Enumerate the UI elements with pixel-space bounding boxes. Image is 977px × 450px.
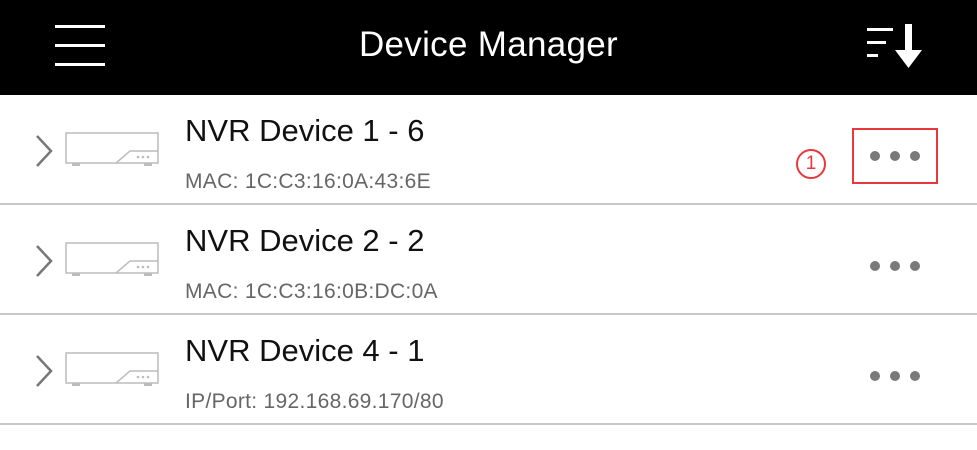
more-dots-icon: [890, 261, 900, 271]
more-dots-icon: [870, 261, 880, 271]
more-dots-icon: [890, 371, 900, 381]
step-number-badge: 1: [796, 149, 826, 179]
device-list: NVR Device 1 - 6 MAC: 1C:C3:16:0A:43:6E …: [0, 95, 977, 425]
page-title: Device Manager: [358, 25, 619, 64]
more-dots-icon: [910, 151, 920, 161]
chevron-right-icon[interactable]: [34, 133, 54, 169]
more-dots-icon: [910, 371, 920, 381]
nvr-device-icon: [65, 352, 159, 386]
device-row[interactable]: NVR Device 2 - 2 MAC: 1C:C3:16:0B:DC:0A: [0, 205, 977, 315]
more-dots-icon: [910, 261, 920, 271]
device-row[interactable]: NVR Device 4 - 1 IP/Port: 192.168.69.170…: [0, 315, 977, 425]
chevron-right-icon[interactable]: [34, 353, 54, 389]
chevron-right-icon[interactable]: [34, 243, 54, 279]
more-options-button[interactable]: [852, 128, 938, 184]
sort-down-icon[interactable]: [865, 22, 929, 70]
more-dots-icon: [870, 151, 880, 161]
device-name: NVR Device 2 - 2: [185, 223, 425, 258]
more-dots-icon: [890, 151, 900, 161]
device-name: NVR Device 4 - 1: [185, 333, 425, 368]
device-mac-address: MAC: 1C:C3:16:0A:43:6E: [185, 170, 431, 193]
more-options-button[interactable]: [852, 348, 938, 404]
device-mac-address: MAC: 1C:C3:16:0B:DC:0A: [185, 280, 438, 303]
nvr-device-icon: [65, 242, 159, 276]
device-name: NVR Device 1 - 6: [185, 113, 425, 148]
more-dots-icon: [870, 371, 880, 381]
nvr-device-icon: [65, 132, 159, 166]
device-ip-port: IP/Port: 192.168.69.170/80: [185, 390, 444, 413]
device-row[interactable]: NVR Device 1 - 6 MAC: 1C:C3:16:0A:43:6E …: [0, 95, 977, 205]
more-options-button[interactable]: [852, 238, 938, 294]
app-header: Device Manager: [0, 0, 977, 95]
